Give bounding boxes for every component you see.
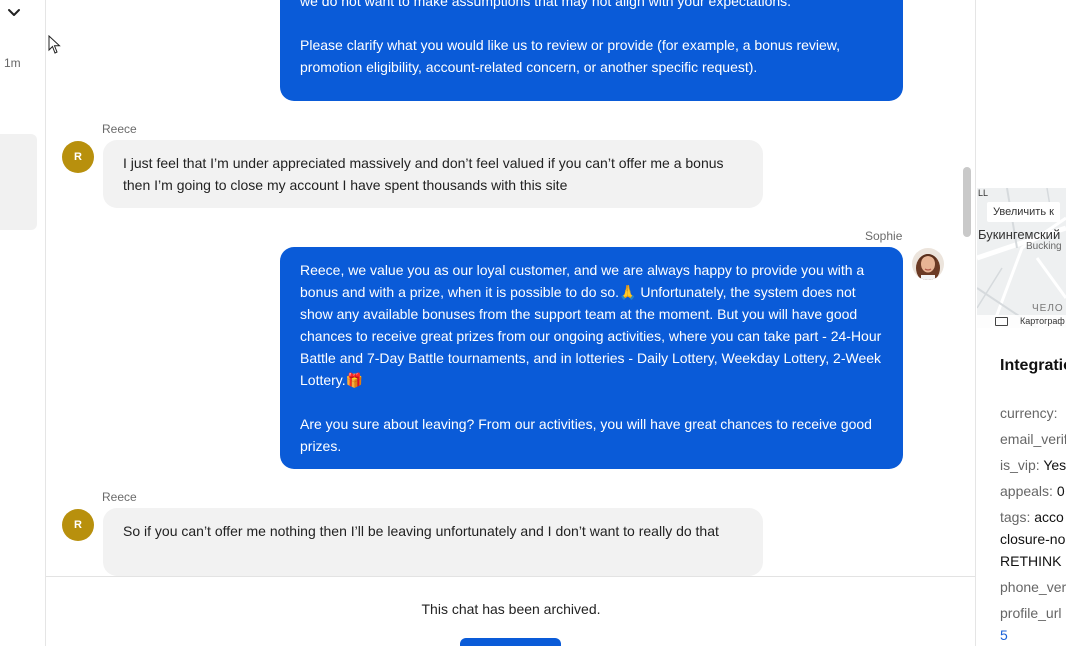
chat-footer: This chat has been archived.	[46, 576, 975, 646]
message-list-scrollbar[interactable]	[963, 167, 971, 237]
message-text: So if you can’t offer me nothing then I’…	[123, 523, 719, 539]
agent-avatar-icon	[912, 248, 944, 280]
archived-notice: This chat has been archived.	[421, 601, 601, 617]
integrations-title: Integratio	[1000, 357, 1066, 374]
field-key: profile_url	[1000, 605, 1062, 621]
map-district-label: Букингемский	[978, 227, 1061, 242]
sender-name: Reece	[102, 490, 137, 504]
field-email-verified: email_verif	[1000, 428, 1066, 450]
map-district-sub-label: Bucking	[1026, 241, 1062, 252]
tag-value: RETHINK	[1000, 553, 1062, 569]
agent-avatar	[912, 248, 944, 280]
profile-url-link[interactable]: 5	[1000, 627, 1008, 643]
message-paragraph: Are you sure about leaving? From our act…	[300, 416, 872, 454]
message-paragraph: we do not want to make assumptions that …	[300, 0, 792, 9]
keyboard-icon[interactable]	[995, 317, 1008, 326]
field-profile-url: profile_url	[1000, 602, 1061, 624]
map-attribution[interactable]: Картограф	[977, 315, 1066, 328]
message-paragraph: Reece, we value you as our loyal custome…	[300, 262, 882, 388]
user-message-bubble: So if you can’t offer me nothing then I’…	[103, 508, 763, 576]
map-area-label: ЧЕЛО	[1032, 303, 1064, 314]
field-value: 0	[1056, 483, 1065, 499]
user-message-bubble: I just feel that I’m under appreciated m…	[103, 140, 763, 208]
reopen-chat-button[interactable]	[460, 638, 561, 646]
message-text: I just feel that I’m under appreciated m…	[123, 155, 724, 193]
tag-value: closure-no	[1000, 531, 1066, 547]
field-key: phone_ver	[1000, 579, 1066, 595]
map-zoom-hint[interactable]: Увеличить к	[987, 202, 1060, 222]
field-is-vip: is_vip: Yes	[1000, 454, 1066, 476]
tag-value-line: RETHINK	[1000, 550, 1061, 572]
sender-name: Reece	[102, 122, 137, 136]
customer-details-panel: LL Увеличить к Букингемский Bucking ЧЕЛО…	[977, 0, 1066, 646]
chat-panel: we do not want to make assumptions that …	[46, 0, 976, 646]
map-label: LL	[978, 188, 989, 198]
field-tags: tags: acco	[1000, 506, 1064, 528]
avatar: R	[62, 141, 94, 173]
conversation-list-strip: 1m	[0, 0, 46, 646]
message-list[interactable]: we do not want to make assumptions that …	[46, 0, 975, 576]
location-map[interactable]: LL Увеличить к Букингемский Bucking ЧЕЛО…	[977, 188, 1066, 328]
field-key: appeals:	[1000, 483, 1053, 499]
field-currency: currency:	[1000, 402, 1058, 424]
field-appeals: appeals: 0	[1000, 480, 1065, 502]
field-value: acco	[1034, 509, 1064, 525]
message-paragraph: Please clarify what you would like us to…	[300, 37, 841, 75]
field-phone-verified: phone_ver	[1000, 576, 1066, 598]
agent-message-bubble: Reece, we value you as our loyal custome…	[280, 247, 903, 469]
conversation-list-item-selected[interactable]	[0, 134, 37, 230]
chevron-down-icon[interactable]	[5, 3, 23, 21]
mouse-cursor-icon	[48, 35, 61, 54]
profile-url-link-line: 5	[1000, 624, 1008, 646]
agent-message-bubble: we do not want to make assumptions that …	[280, 0, 903, 101]
field-key: currency:	[1000, 405, 1058, 421]
field-key: email_verif	[1000, 431, 1066, 447]
field-key: is_vip:	[1000, 457, 1040, 473]
conversation-time-ago: 1m	[4, 56, 21, 70]
field-key: tags:	[1000, 509, 1031, 525]
sender-name: Sophie	[865, 229, 903, 243]
avatar: R	[62, 509, 94, 541]
tag-value-line: closure-no	[1000, 528, 1065, 550]
field-value: Yes	[1043, 457, 1066, 473]
